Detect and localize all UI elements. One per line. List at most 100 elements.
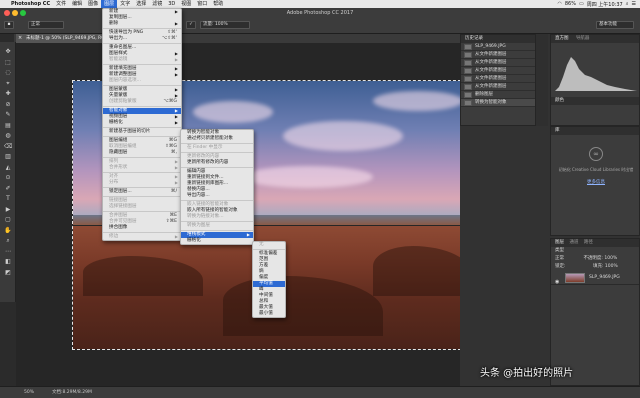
menubar-item[interactable]: 编辑	[69, 0, 85, 8]
menu-item: 选择链接图层	[103, 204, 181, 210]
foreground-color-icon[interactable]: ◧	[4, 258, 12, 265]
menu-item[interactable]: 栅格化	[181, 238, 253, 244]
hand-tool-icon[interactable]: ✋	[4, 227, 12, 234]
lasso-tool-icon[interactable]: ◌	[4, 69, 12, 76]
tab-paths[interactable]: 路径	[584, 240, 593, 245]
menu-item[interactable]: 隐藏图层 ⌘,	[103, 150, 181, 156]
history-row[interactable]: 删除图层	[461, 91, 535, 99]
brush-tool-icon[interactable]: ▤	[4, 122, 12, 129]
menu-item[interactable]: 锁定图层... ⌘/	[103, 189, 181, 195]
crop-tool-icon[interactable]: ✚	[4, 90, 12, 97]
zoom-tool-icon[interactable]: ⌕	[4, 237, 12, 244]
menubar-item[interactable]: Photoshop CC	[8, 0, 53, 8]
eye-icon[interactable]: ◉	[555, 275, 559, 289]
search-icon[interactable]: ⌕	[626, 1, 629, 7]
color-tab[interactable]: 颜色	[551, 97, 639, 105]
flow-field[interactable]: 流量: 100%	[200, 21, 250, 29]
zoom-window-button[interactable]	[20, 10, 26, 16]
filter-kind-select[interactable]: 类型	[555, 248, 564, 253]
menubar-item[interactable]: 3D	[165, 0, 178, 8]
eraser-icon[interactable]: ▥	[4, 153, 12, 160]
menu-item[interactable]: 导出内容...	[181, 193, 253, 199]
layer-opacity[interactable]: 不透明度: 100%	[583, 256, 617, 261]
histogram-graph	[555, 57, 637, 91]
layer-mode-row: 正常 不透明度: 100%	[551, 255, 639, 263]
history-row[interactable]: 从文件新建图层	[461, 51, 535, 59]
menu-item[interactable]: 通过拷贝新建智能对象	[181, 136, 253, 142]
history-row[interactable]: 转换为智能对象	[461, 99, 535, 107]
clock[interactable]: 周四 上午10:37	[587, 1, 623, 8]
more-info-link[interactable]: 更多信息	[555, 179, 637, 185]
menu-separator	[103, 157, 181, 158]
menu-item-label: 图层蒙版	[109, 87, 128, 92]
healing-brush-icon[interactable]: ✎	[4, 111, 12, 118]
marquee-tool-icon[interactable]: ⬚	[4, 59, 12, 66]
tab-channels[interactable]: 通道	[569, 240, 578, 245]
history-tab[interactable]: 历史记录	[461, 35, 535, 43]
history-brush-icon[interactable]: ⌫	[4, 143, 12, 150]
layer-blend-mode[interactable]: 正常	[555, 256, 564, 261]
menu-item-label: 最大值	[259, 305, 273, 310]
more-tools-icon[interactable]: ⋯	[4, 248, 12, 255]
quick-select-icon[interactable]: ⌖	[4, 80, 12, 87]
history-row[interactable]: 从文件新建图层	[461, 67, 535, 75]
eyedropper-icon[interactable]: ⊘	[4, 101, 12, 108]
tool-preset-picker[interactable]: ▪	[4, 21, 14, 29]
tab-histogram[interactable]: 直方图	[555, 36, 569, 41]
history-snapshot[interactable]: SLP_9469.JPG	[461, 43, 535, 51]
menu-separator	[103, 196, 181, 197]
menu-item[interactable]: 更新所有修改的内容	[181, 160, 253, 166]
history-row[interactable]: 从文件新建图层	[461, 75, 535, 83]
layer-fill[interactable]: 填充: 100%	[593, 264, 618, 269]
menubar-item[interactable]: 选择	[133, 0, 149, 8]
menubar-item[interactable]: 文件	[53, 0, 69, 8]
menubar-item[interactable]: 滤镜	[149, 0, 165, 8]
quick-mask-icon[interactable]: ◩	[4, 269, 12, 276]
tools-panel: ✥ ⬚ ◌ ⌖ ✚ ⊘ ✎ ▤ ◍ ⌫ ▥ ◭ ⊙ ✐ T ▶ ▢ ✋ ⌕ ⋯ ◧ ◩	[0, 42, 16, 302]
menubar-item[interactable]: 帮助	[210, 0, 226, 8]
checkbox-icon[interactable]: ✓	[186, 21, 196, 29]
layer-name[interactable]: SLP_9469.JPG	[589, 275, 620, 280]
blur-tool-icon[interactable]: ⊙	[4, 174, 12, 181]
history-state-icon	[464, 68, 472, 74]
tab-navigator[interactable]: 导航器	[576, 36, 590, 41]
history-row[interactable]: 从文件新建图层	[461, 83, 535, 91]
menubar-item[interactable]: 图层	[101, 0, 118, 8]
close-tab-icon[interactable]: ×	[18, 34, 22, 43]
tab-layers[interactable]: 图层	[555, 240, 564, 245]
photo-cloud	[283, 121, 403, 151]
menu-list-icon[interactable]: ☰	[632, 1, 636, 7]
menu-item: 转换为图层	[181, 223, 253, 229]
menu-item[interactable]: 拼合图像	[103, 225, 181, 231]
window-title: Adobe Photoshop CC 2017	[286, 10, 354, 16]
menu-item-label: 合并可见图层	[109, 219, 137, 224]
layer-row[interactable]: ◉ SLP_9469.JPG	[551, 271, 639, 285]
zoom-level[interactable]: 50%	[24, 387, 34, 398]
history-row-label: 从文件新建图层	[475, 60, 507, 65]
move-tool-icon[interactable]: ✥	[4, 48, 12, 55]
menu-item[interactable]: 导出为... ⌥⇧⌘'	[103, 36, 181, 42]
tab-libraries[interactable]: 库	[551, 127, 639, 135]
menu-item-label: 中间值	[259, 293, 273, 298]
menu-item[interactable]: 最小值	[253, 311, 285, 317]
shape-tool-icon[interactable]: ▢	[4, 216, 12, 223]
menubar-item[interactable]: 文字	[117, 0, 133, 8]
blend-mode-select[interactable]: 正常	[28, 21, 64, 29]
menu-item[interactable]: 新建基于图层的切片	[103, 129, 181, 135]
history-row[interactable]: 从文件新建图层	[461, 59, 535, 67]
minimize-window-button[interactable]	[12, 10, 18, 16]
type-tool-icon[interactable]: T	[4, 195, 12, 202]
menubar-item[interactable]: 窗口	[194, 0, 210, 8]
workspace-switcher[interactable]: 基本功能	[596, 21, 634, 29]
clone-stamp-icon[interactable]: ◍	[4, 132, 12, 139]
battery-level[interactable]: 86%	[565, 1, 576, 7]
menu-item[interactable]: 删除 ▶	[103, 21, 181, 27]
dodge-tool-icon[interactable]: ✐	[4, 185, 12, 192]
menubar-item[interactable]: 视图	[178, 0, 194, 8]
menubar-item[interactable]: 图像	[85, 0, 101, 8]
close-window-button[interactable]	[4, 10, 10, 16]
gradient-tool-icon[interactable]: ◭	[4, 164, 12, 171]
wifi-icon[interactable]: ◠	[557, 1, 561, 7]
menu-item[interactable]: 栅格化 ▶	[103, 120, 181, 126]
path-select-icon[interactable]: ▶	[4, 206, 12, 213]
